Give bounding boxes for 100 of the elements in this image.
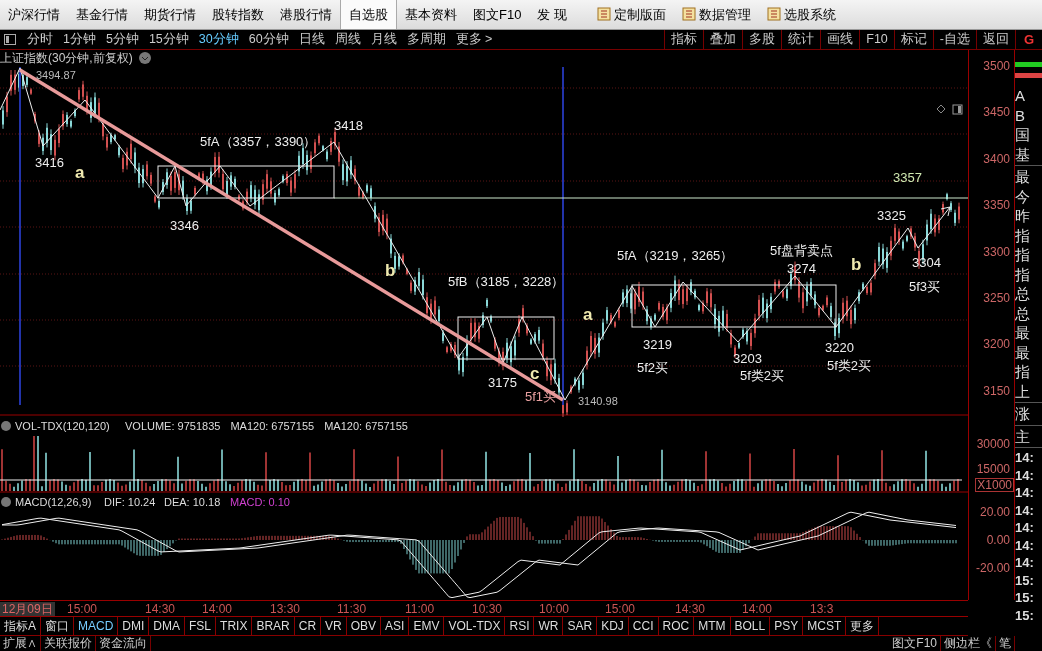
chart-annotation: 5fA（3219，3265） — [617, 248, 734, 263]
indicator-tab[interactable]: FSL — [185, 617, 217, 635]
period-tab[interactable]: 分时 — [22, 30, 58, 49]
toolbar-button[interactable]: 指标 — [664, 30, 704, 49]
side-panel-label: 指 — [1015, 264, 1031, 284]
toolbar-button[interactable]: 返回 — [976, 30, 1015, 49]
chart-annotation: 3304 — [912, 255, 941, 270]
indicator-tab[interactable]: ASI — [381, 617, 410, 635]
g-button[interactable]: G — [1015, 30, 1042, 49]
toolbar-button[interactable]: 标记 — [893, 30, 933, 49]
indicator-tab[interactable]: OBV — [346, 617, 382, 635]
menu-tab[interactable]: 股转指数 — [204, 0, 272, 29]
chart-annotation: 3346 — [170, 218, 199, 233]
chart-annotation: 5f2买 — [637, 360, 669, 375]
indicator-tab[interactable]: CR — [294, 617, 322, 635]
menu-tab[interactable]: 期货行情 — [136, 0, 204, 29]
indicator-value: MA120: 6757155 — [324, 420, 408, 432]
period-tab[interactable]: 更多 > — [450, 30, 498, 49]
bottom-tab[interactable]: 关联报价 — [41, 636, 96, 651]
axis-label: 3450 — [983, 106, 1010, 119]
indicator-tab[interactable]: 窗口 — [41, 617, 74, 635]
time-label: 15: — [1015, 571, 1035, 589]
period-tab[interactable]: 周线 — [329, 30, 366, 49]
time-label: 14: — [1015, 466, 1035, 484]
indicator-tab[interactable]: EMV — [409, 617, 445, 635]
indicator-title: VOL-TDX(120,120) — [15, 420, 110, 432]
menu-tab[interactable]: 图文F10 — [465, 0, 530, 29]
toolbar-button[interactable]: 画线 — [820, 30, 860, 49]
period-tab[interactable]: 30分钟 — [193, 30, 244, 49]
bottom-tab[interactable]: 扩展∧ — [0, 636, 41, 651]
indicator-tab[interactable]: 指标A — [0, 617, 41, 635]
toolbar-button[interactable]: 选股系统 — [759, 0, 845, 29]
indicator-tab[interactable]: 更多 — [846, 617, 880, 635]
toolbar-button[interactable]: -自选 — [932, 30, 976, 49]
menu-tab[interactable]: 自选股 — [340, 0, 397, 29]
indicator-tab[interactable]: CCI — [628, 617, 659, 635]
indicator-tab[interactable]: VOL-TDX — [444, 617, 506, 635]
toolbar-button[interactable]: 定制版面 — [589, 0, 675, 29]
menu-tab[interactable]: 基本资料 — [397, 0, 465, 29]
period-tab[interactable]: 5分钟 — [100, 30, 144, 49]
indicator-tab[interactable]: MCST — [803, 617, 847, 635]
chart-annotation: 5f类2买 — [827, 358, 872, 373]
time-axis-label: 14:00 — [201, 602, 234, 616]
toolbar-button[interactable]: F10 — [859, 30, 894, 49]
chart-annotation: 5f1买 — [525, 389, 557, 404]
time-axis-label: 12月09日 — [0, 602, 55, 616]
chart-annotation: 3220 — [825, 340, 854, 355]
toolbar-button[interactable]: 统计 — [781, 30, 821, 49]
indicator-tab[interactable]: BRAR — [252, 617, 295, 635]
bottom-tab[interactable]: 图文F10 — [889, 636, 941, 651]
period-tab[interactable]: 15分钟 — [143, 30, 194, 49]
bottom-tab[interactable]: 笔 — [996, 636, 1015, 651]
indicator-tab[interactable]: KDJ — [597, 617, 629, 635]
indicator-value: DIF: 10.24 — [104, 496, 156, 508]
indicator-tab[interactable]: DMI — [118, 617, 150, 635]
bottom-tab[interactable]: 侧边栏《 — [941, 636, 996, 651]
period-tab[interactable]: 月线 — [365, 30, 402, 49]
chart-annotation: 3418 — [334, 118, 363, 133]
dropdown-icon — [1, 421, 11, 431]
chart-annotation: 3274 — [787, 261, 816, 276]
indicator-tab[interactable]: BOLL — [730, 617, 771, 635]
time-label: 14: — [1015, 554, 1035, 572]
indicator-tab[interactable]: VR — [321, 617, 347, 635]
indicator-tab[interactable]: MTM — [694, 617, 731, 635]
time-axis-label: 13:3 — [809, 602, 835, 616]
time-axis-label: 11:30 — [336, 602, 368, 616]
indicator-tab[interactable]: SAR — [563, 617, 598, 635]
tool-icon — [767, 7, 782, 21]
axis-label: -20.00 — [975, 562, 1010, 574]
time-axis-label: 13:30 — [269, 602, 302, 616]
side-panel-label: 最 — [1015, 323, 1031, 343]
indicator-tab[interactable]: MACD — [74, 617, 119, 635]
chart-annotation: 5f盘背卖点 — [770, 243, 833, 258]
bottom-tab[interactable]: 资金流向 — [96, 636, 151, 651]
panel-icon — [952, 104, 963, 115]
time-label: 14: — [1015, 536, 1035, 554]
toolbar-button[interactable]: 叠加 — [703, 30, 743, 49]
axis-label: 3250 — [983, 292, 1010, 304]
period-tab[interactable]: 多周期 — [401, 30, 451, 49]
indicator-tab[interactable]: WR — [534, 617, 564, 635]
diamond-icon — [936, 104, 946, 114]
indicator-tab[interactable]: RSI — [505, 617, 535, 635]
time-label: 14: — [1015, 501, 1035, 519]
menu-tab[interactable]: 沪深行情 — [0, 0, 68, 29]
period-tab[interactable]: 60分钟 — [243, 30, 294, 49]
period-tab[interactable]: 日线 — [293, 30, 330, 49]
menu-tab[interactable]: 港股行情 — [272, 0, 340, 29]
indicator-tab[interactable]: ROC — [658, 617, 695, 635]
menu-tab[interactable]: 基金行情 — [68, 0, 136, 29]
dropdown-icon — [1, 497, 11, 507]
tool-icon — [682, 7, 697, 21]
indicator-tab[interactable]: TRIX — [216, 617, 253, 635]
toolbar-button[interactable]: 数据管理 — [674, 0, 760, 29]
period-tab[interactable]: 1分钟 — [58, 30, 101, 49]
indicator-tab[interactable]: PSY — [770, 617, 804, 635]
chart-annotation: 3175 — [488, 375, 517, 390]
toolbar-button[interactable]: 多股 — [742, 30, 782, 49]
indicator-tab[interactable]: DMA — [149, 617, 186, 635]
menu-tab[interactable]: 发 现 — [529, 0, 576, 29]
time-axis-label: 15:00 — [66, 602, 99, 616]
